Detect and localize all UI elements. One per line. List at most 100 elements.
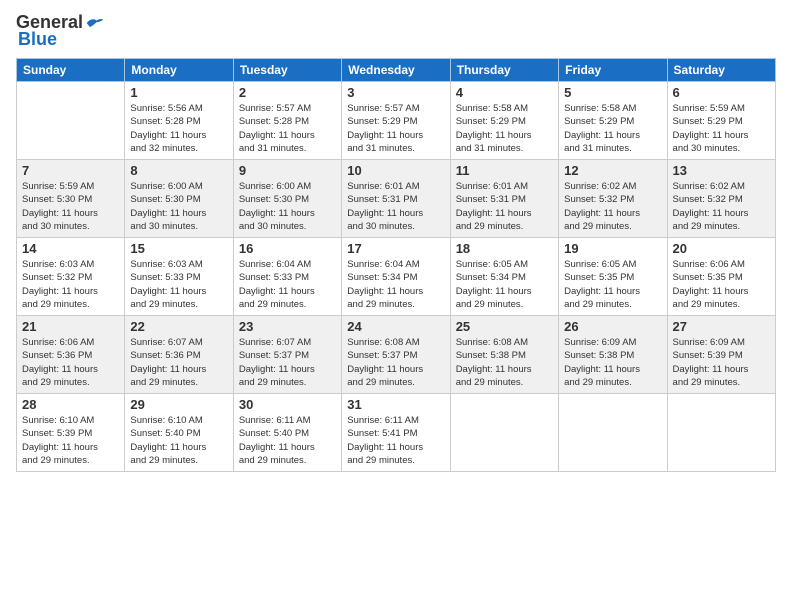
day-number: 5	[564, 85, 661, 100]
day-number: 3	[347, 85, 444, 100]
weekday-header-monday: Monday	[125, 59, 233, 82]
weekday-header-wednesday: Wednesday	[342, 59, 450, 82]
calendar-cell: 7 Sunrise: 5:59 AM Sunset: 5:30 PM Daylig…	[17, 160, 125, 238]
day-number: 2	[239, 85, 336, 100]
day-number: 6	[673, 85, 770, 100]
calendar-cell: 11 Sunrise: 6:01 AM Sunset: 5:31 PM Dayli…	[450, 160, 558, 238]
weekday-header-sunday: Sunday	[17, 59, 125, 82]
calendar-cell: 29 Sunrise: 6:10 AM Sunset: 5:40 PM Dayli…	[125, 394, 233, 472]
day-info: Sunrise: 5:56 AM Sunset: 5:28 PM Dayligh…	[130, 102, 227, 155]
weekday-header-thursday: Thursday	[450, 59, 558, 82]
day-number: 20	[673, 241, 770, 256]
day-number: 8	[130, 163, 227, 178]
day-number: 17	[347, 241, 444, 256]
day-info: Sunrise: 6:00 AM Sunset: 5:30 PM Dayligh…	[239, 180, 336, 233]
calendar-cell: 4 Sunrise: 5:58 AM Sunset: 5:29 PM Daylig…	[450, 82, 558, 160]
day-number: 21	[22, 319, 119, 334]
day-info: Sunrise: 6:10 AM Sunset: 5:39 PM Dayligh…	[22, 414, 119, 467]
day-number: 11	[456, 163, 553, 178]
day-number: 7	[22, 163, 119, 178]
day-number: 4	[456, 85, 553, 100]
day-info: Sunrise: 6:00 AM Sunset: 5:30 PM Dayligh…	[130, 180, 227, 233]
calendar-cell: 13 Sunrise: 6:02 AM Sunset: 5:32 PM Dayli…	[667, 160, 775, 238]
calendar-cell: 15 Sunrise: 6:03 AM Sunset: 5:33 PM Dayli…	[125, 238, 233, 316]
day-number: 30	[239, 397, 336, 412]
day-info: Sunrise: 5:58 AM Sunset: 5:29 PM Dayligh…	[456, 102, 553, 155]
day-info: Sunrise: 6:11 AM Sunset: 5:40 PM Dayligh…	[239, 414, 336, 467]
day-number: 25	[456, 319, 553, 334]
calendar-cell: 27Sunrise: 6:09 AM Sunset: 5:39 PM Dayli…	[667, 316, 775, 394]
weekday-header-tuesday: Tuesday	[233, 59, 341, 82]
logo-blue-text: Blue	[18, 29, 57, 50]
day-info: Sunrise: 6:06 AM Sunset: 5:35 PM Dayligh…	[673, 258, 770, 311]
calendar-week-row: 21 Sunrise: 6:06 AM Sunset: 5:36 PM Dayli…	[17, 316, 776, 394]
day-info: Sunrise: 6:11 AM Sunset: 5:41 PM Dayligh…	[347, 414, 444, 467]
calendar-cell	[667, 394, 775, 472]
day-number: 19	[564, 241, 661, 256]
day-info: Sunrise: 6:04 AM Sunset: 5:33 PM Dayligh…	[239, 258, 336, 311]
day-info: Sunrise: 6:10 AM Sunset: 5:40 PM Dayligh…	[130, 414, 227, 467]
day-number: 22	[130, 319, 227, 334]
day-info: Sunrise: 6:08 AM Sunset: 5:38 PM Dayligh…	[456, 336, 553, 389]
calendar-cell: 19 Sunrise: 6:05 AM Sunset: 5:35 PM Dayli…	[559, 238, 667, 316]
day-info: Sunrise: 6:05 AM Sunset: 5:35 PM Dayligh…	[564, 258, 661, 311]
calendar-cell: 5 Sunrise: 5:58 AM Sunset: 5:29 PM Daylig…	[559, 82, 667, 160]
day-number: 16	[239, 241, 336, 256]
calendar-cell: 18 Sunrise: 6:05 AM Sunset: 5:34 PM Dayli…	[450, 238, 558, 316]
day-info: Sunrise: 6:03 AM Sunset: 5:33 PM Dayligh…	[130, 258, 227, 311]
calendar-cell: 9 Sunrise: 6:00 AM Sunset: 5:30 PM Daylig…	[233, 160, 341, 238]
day-number: 9	[239, 163, 336, 178]
day-info: Sunrise: 5:59 AM Sunset: 5:30 PM Dayligh…	[22, 180, 119, 233]
day-info: Sunrise: 6:04 AM Sunset: 5:34 PM Dayligh…	[347, 258, 444, 311]
calendar-cell: 14Sunrise: 6:03 AM Sunset: 5:32 PM Dayli…	[17, 238, 125, 316]
calendar-cell: 17 Sunrise: 6:04 AM Sunset: 5:34 PM Dayli…	[342, 238, 450, 316]
calendar-cell: 21 Sunrise: 6:06 AM Sunset: 5:36 PM Dayli…	[17, 316, 125, 394]
calendar-week-row: 7 Sunrise: 5:59 AM Sunset: 5:30 PM Daylig…	[17, 160, 776, 238]
day-info: Sunrise: 6:05 AM Sunset: 5:34 PM Dayligh…	[456, 258, 553, 311]
day-number: 15	[130, 241, 227, 256]
day-number: 23	[239, 319, 336, 334]
weekday-header-saturday: Saturday	[667, 59, 775, 82]
calendar-cell: 28 Sunrise: 6:10 AM Sunset: 5:39 PM Dayli…	[17, 394, 125, 472]
day-info: Sunrise: 6:02 AM Sunset: 5:32 PM Dayligh…	[673, 180, 770, 233]
calendar-cell: 1 Sunrise: 5:56 AM Sunset: 5:28 PM Daylig…	[125, 82, 233, 160]
header: General Blue	[16, 12, 776, 50]
day-number: 24	[347, 319, 444, 334]
calendar-table: SundayMondayTuesdayWednesdayThursdayFrid…	[16, 58, 776, 472]
calendar-cell: 6Sunrise: 5:59 AM Sunset: 5:29 PM Daylig…	[667, 82, 775, 160]
calendar-cell: 10Sunrise: 6:01 AM Sunset: 5:31 PM Dayli…	[342, 160, 450, 238]
calendar-cell: 16 Sunrise: 6:04 AM Sunset: 5:33 PM Dayli…	[233, 238, 341, 316]
day-info: Sunrise: 5:58 AM Sunset: 5:29 PM Dayligh…	[564, 102, 661, 155]
calendar-cell: 30 Sunrise: 6:11 AM Sunset: 5:40 PM Dayli…	[233, 394, 341, 472]
day-info: Sunrise: 6:03 AM Sunset: 5:32 PM Dayligh…	[22, 258, 119, 311]
page: General Blue SundayMondayTuesdayWednesda…	[0, 0, 792, 612]
day-number: 10	[347, 163, 444, 178]
day-number: 13	[673, 163, 770, 178]
calendar-cell: 20 Sunrise: 6:06 AM Sunset: 5:35 PM Dayli…	[667, 238, 775, 316]
day-info: Sunrise: 6:01 AM Sunset: 5:31 PM Dayligh…	[456, 180, 553, 233]
day-info: Sunrise: 5:57 AM Sunset: 5:28 PM Dayligh…	[239, 102, 336, 155]
day-info: Sunrise: 6:07 AM Sunset: 5:36 PM Dayligh…	[130, 336, 227, 389]
calendar-cell: 22 Sunrise: 6:07 AM Sunset: 5:36 PM Dayli…	[125, 316, 233, 394]
day-info: Sunrise: 6:08 AM Sunset: 5:37 PM Dayligh…	[347, 336, 444, 389]
day-number: 1	[130, 85, 227, 100]
day-info: Sunrise: 6:09 AM Sunset: 5:38 PM Dayligh…	[564, 336, 661, 389]
calendar-cell: 24 Sunrise: 6:08 AM Sunset: 5:37 PM Dayli…	[342, 316, 450, 394]
weekday-header-friday: Friday	[559, 59, 667, 82]
day-number: 29	[130, 397, 227, 412]
day-number: 27	[673, 319, 770, 334]
day-number: 26	[564, 319, 661, 334]
weekday-header-row: SundayMondayTuesdayWednesdayThursdayFrid…	[17, 59, 776, 82]
day-number: 31	[347, 397, 444, 412]
day-number: 12	[564, 163, 661, 178]
day-info: Sunrise: 6:02 AM Sunset: 5:32 PM Dayligh…	[564, 180, 661, 233]
calendar-cell: 31 Sunrise: 6:11 AM Sunset: 5:41 PM Dayli…	[342, 394, 450, 472]
day-number: 18	[456, 241, 553, 256]
day-number: 28	[22, 397, 119, 412]
calendar-cell: 8 Sunrise: 6:00 AM Sunset: 5:30 PM Daylig…	[125, 160, 233, 238]
calendar-cell	[450, 394, 558, 472]
calendar-cell: 12 Sunrise: 6:02 AM Sunset: 5:32 PM Dayli…	[559, 160, 667, 238]
logo-bird-icon	[85, 15, 105, 31]
calendar-week-row: 1 Sunrise: 5:56 AM Sunset: 5:28 PM Daylig…	[17, 82, 776, 160]
day-info: Sunrise: 6:06 AM Sunset: 5:36 PM Dayligh…	[22, 336, 119, 389]
